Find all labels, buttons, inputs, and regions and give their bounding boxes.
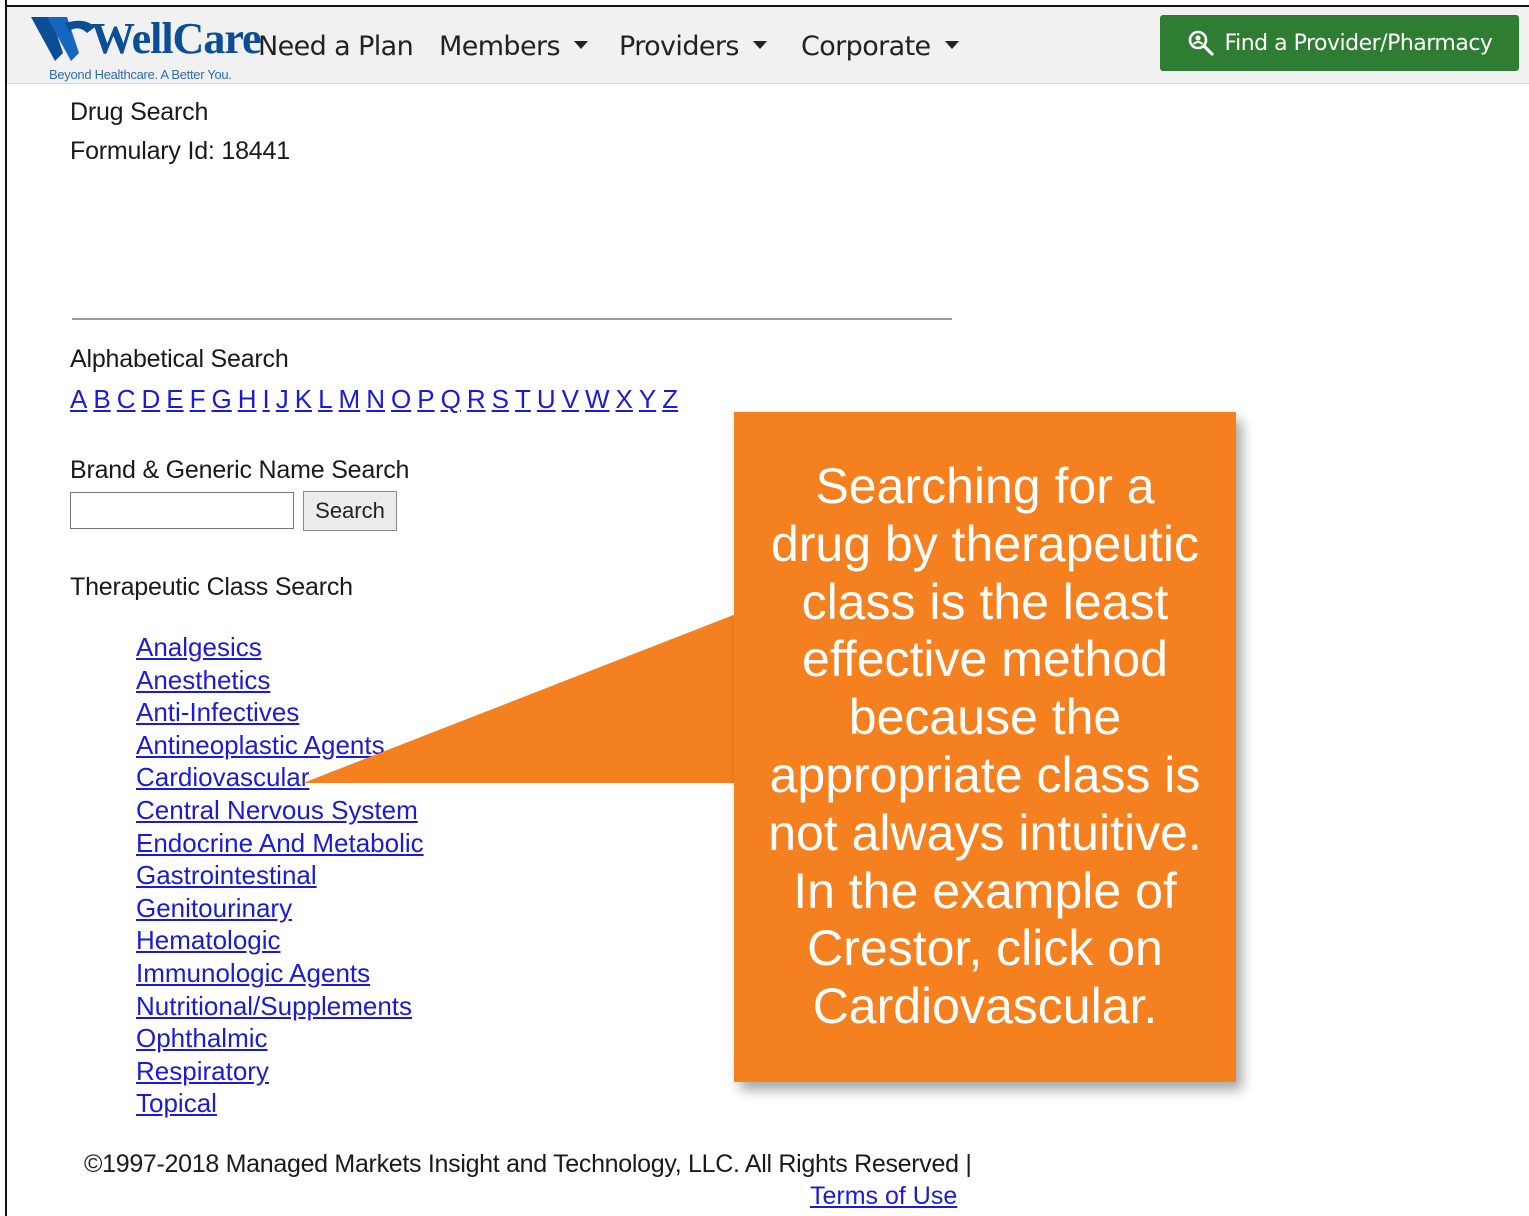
callout-line: not always intuitive. [768,804,1202,861]
callout-line: because the [848,689,1122,746]
callout-line: Cardiovascular. [812,978,1158,1035]
callout-line: In the example of [793,862,1177,919]
callout-line: Crestor, click on [807,920,1163,977]
callout-line: effective method [802,631,1168,688]
callout-line: drug by therapeutic [770,515,1200,572]
annotation-callout: Searching for a drug by therapeutic class … [734,412,1236,1082]
callout-line: class is the least [801,573,1169,630]
callout-line: Searching for a [815,458,1155,514]
callout-line: appropriate class is [769,746,1201,803]
